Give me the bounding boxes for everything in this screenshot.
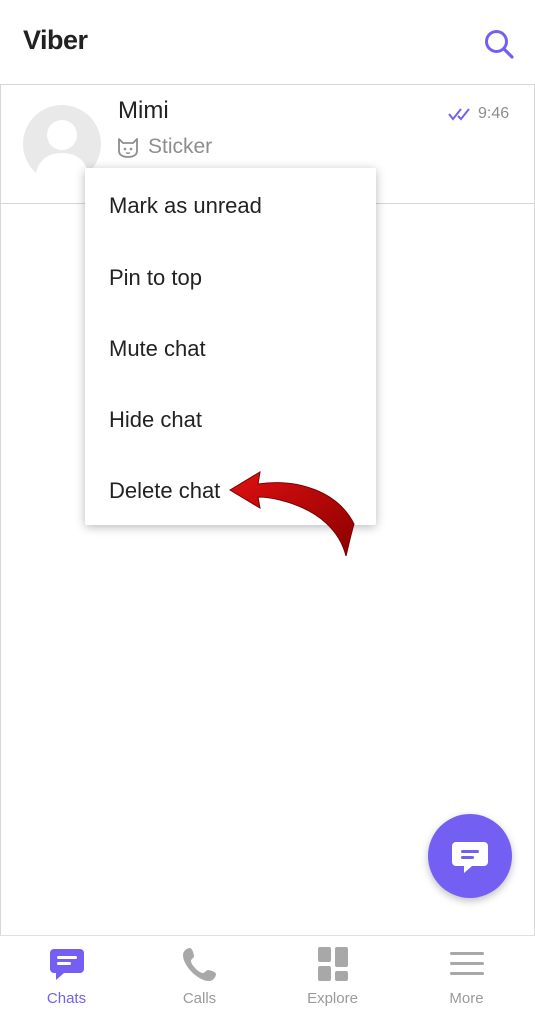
- annotation-arrow-icon: [229, 471, 355, 557]
- menu-item-delete-chat[interactable]: Delete chat: [109, 478, 220, 504]
- double-check-icon: [448, 108, 470, 121]
- menu-item-pin-to-top[interactable]: Pin to top: [109, 265, 202, 291]
- sticker-cat-icon: [118, 138, 138, 158]
- menu-item-mark-unread[interactable]: Mark as unread: [109, 193, 262, 219]
- nav-tab-more[interactable]: More: [400, 936, 533, 1025]
- nav-tab-chats[interactable]: Chats: [0, 936, 133, 1025]
- message-time: 9:46: [478, 105, 510, 122]
- new-chat-button[interactable]: [428, 814, 512, 898]
- menu-item-hide-chat[interactable]: Hide chat: [109, 407, 202, 433]
- bottom-navigation: Chats Calls Explore More: [0, 935, 535, 1025]
- nav-tab-explore[interactable]: Explore: [266, 936, 399, 1025]
- nav-label-calls: Calls: [182, 990, 217, 1007]
- chat-bubble-icon: [50, 949, 84, 980]
- nav-label-explore: Explore: [307, 990, 358, 1007]
- app-title: Viber: [23, 25, 88, 55]
- message-preview-text: Sticker: [148, 135, 213, 158]
- nav-tab-calls[interactable]: Calls: [133, 936, 266, 1025]
- grid-icon: [318, 947, 348, 981]
- search-icon[interactable]: [483, 28, 515, 60]
- phone-icon: [183, 948, 216, 981]
- hamburger-icon: [450, 952, 484, 975]
- nav-label-more: More: [449, 990, 484, 1007]
- contact-name: Mimi: [118, 97, 169, 124]
- app-header: Viber: [0, 0, 535, 85]
- message-preview: Sticker: [116, 135, 212, 159]
- menu-item-mute-chat[interactable]: Mute chat: [109, 336, 206, 362]
- new-chat-icon: [452, 842, 488, 873]
- nav-label-chats: Chats: [46, 990, 87, 1007]
